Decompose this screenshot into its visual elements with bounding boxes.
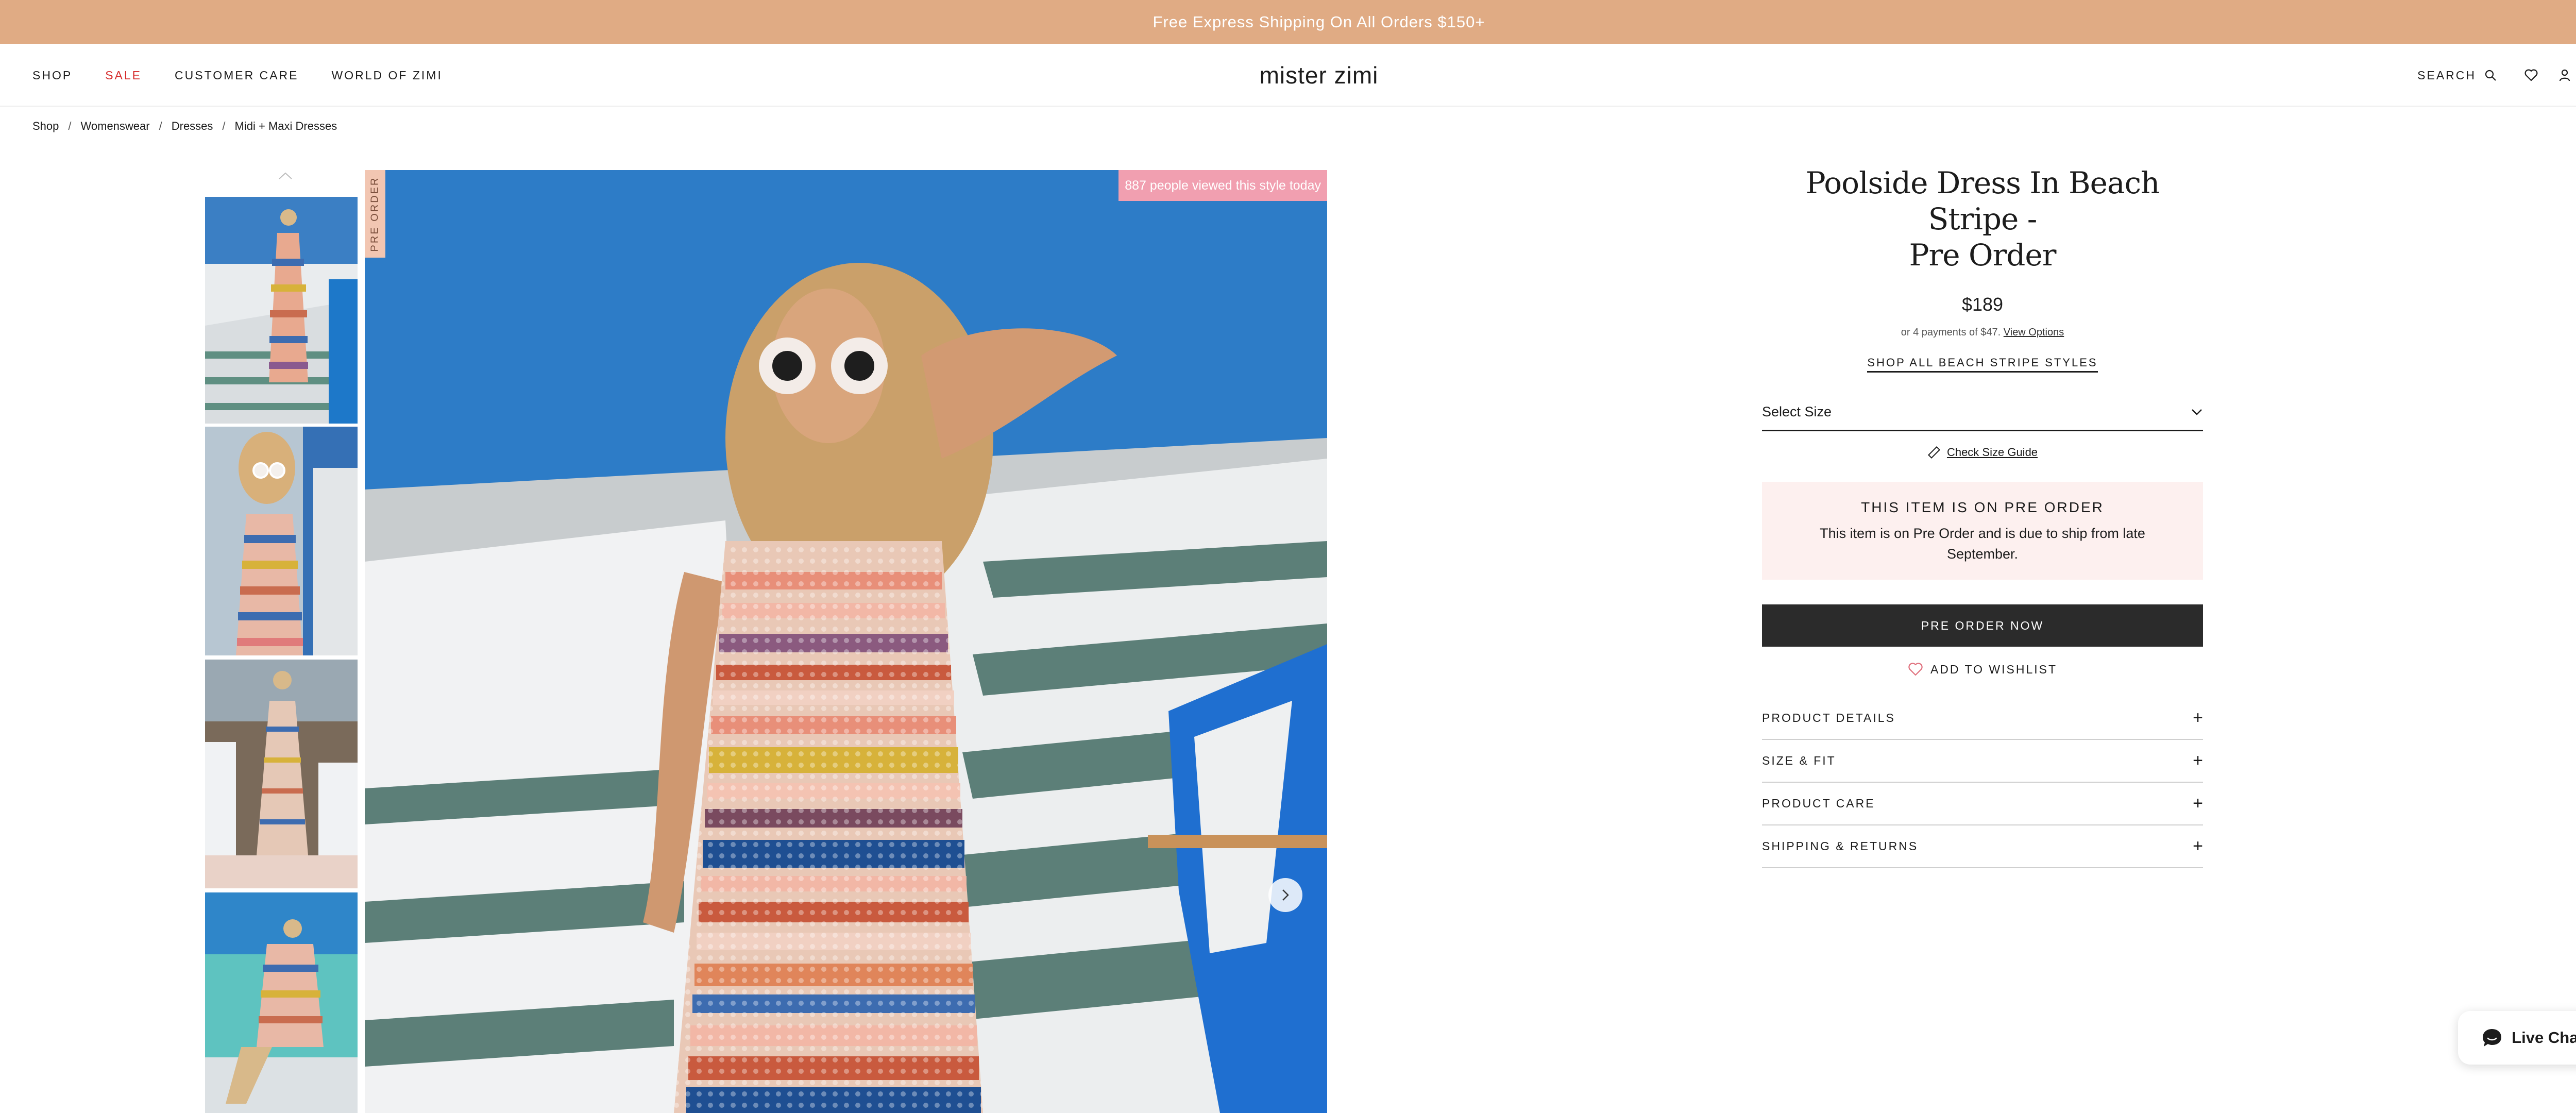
breadcrumb-separator: / [68, 120, 72, 132]
account-icon[interactable] [2558, 69, 2571, 82]
site-logo[interactable]: mister zimi [1260, 61, 1379, 89]
product-title-line-2: Pre Order [1909, 238, 2057, 273]
product-title-line-1: Poolside Dress In Beach Stripe - [1805, 165, 2160, 237]
search-icon [2485, 70, 2496, 81]
accordion-label: SHIPPING & RETURNS [1762, 839, 1919, 853]
preorder-notice-text: This item is on Pre Order and is due to … [1820, 526, 2145, 562]
breadcrumb-dresses[interactable]: Dresses [172, 120, 213, 133]
accordion-size-fit[interactable]: SIZE & FIT + [1762, 740, 2203, 783]
afterpay-view-options-link[interactable]: View Options [2004, 327, 2064, 338]
chevron-right-icon [1282, 889, 1289, 901]
plus-icon: + [2193, 794, 2203, 813]
chat-bubble-icon [2483, 1029, 2502, 1047]
thumbnail-image [205, 660, 358, 888]
thumbnail-image [205, 197, 358, 424]
accordion-label: SIZE & FIT [1762, 754, 1836, 767]
breadcrumb: Shop / Womenswear / Dresses / Midi + Max… [32, 120, 337, 133]
accordion-label: PRODUCT DETAILS [1762, 711, 1895, 724]
heart-icon [1908, 663, 1923, 676]
breadcrumb-midi-maxi[interactable]: Midi + Maxi Dresses [235, 120, 337, 133]
afterpay-text: or 4 payments of $47. [1901, 327, 2001, 338]
announcement-bar: Free Express Shipping On All Orders $150… [0, 0, 2576, 44]
main-nav: SHOP SALE CUSTOMER CARE WORLD OF ZIMI [32, 44, 443, 107]
size-select-label: Select Size [1762, 404, 1832, 419]
accordion-product-details[interactable]: PRODUCT DETAILS + [1762, 697, 2203, 740]
breadcrumb-shop[interactable]: Shop [32, 120, 59, 133]
accordion-label: PRODUCT CARE [1762, 797, 1875, 810]
nav-customer-care[interactable]: CUSTOMER CARE [175, 69, 299, 82]
shop-all-beach-stripe-link[interactable]: SHOP ALL BEACH STRIPE STYLES [1867, 356, 2098, 373]
accordion-shipping-returns[interactable]: SHIPPING & RETURNS + [1762, 825, 2203, 868]
thumbnail-3[interactable] [205, 660, 358, 888]
product-info: Poolside Dress In Beach Stripe - Pre Ord… [1762, 165, 2203, 868]
search-label: SEARCH [2417, 68, 2476, 82]
add-to-wishlist-button[interactable]: ADD TO WISHLIST [1762, 662, 2203, 677]
size-select-dropdown[interactable]: Select Size [1762, 394, 2203, 431]
preorder-now-button[interactable]: PRE ORDER NOW [1762, 604, 2203, 647]
announcement-text: Free Express Shipping On All Orders $150… [1153, 12, 1485, 31]
preorder-tag: PRE ORDER [365, 170, 385, 258]
thumbnail-2[interactable] [205, 427, 358, 655]
thumbnail-image [205, 892, 358, 1113]
views-badge: 887 people viewed this style today [1118, 170, 1327, 201]
product-price: $189 [1961, 294, 2004, 315]
ruler-icon [1927, 446, 1940, 459]
chevron-down-icon [2192, 409, 2202, 415]
shop-all-link-wrap: SHOP ALL BEACH STRIPE STYLES [1762, 356, 2203, 373]
breadcrumb-separator: / [222, 120, 226, 132]
breadcrumb-womenswear[interactable]: Womenswear [81, 120, 150, 133]
thumbnail-image [205, 427, 358, 655]
product-photo [365, 170, 1327, 1113]
wishlist-heart-icon[interactable] [2524, 69, 2538, 81]
afterpay-info: or 4 payments of $47. View Options [1762, 327, 2203, 339]
thumbnail-1[interactable] [205, 197, 358, 424]
thumbnail-4[interactable] [205, 892, 358, 1113]
nav-shop[interactable]: SHOP [32, 69, 72, 82]
plus-icon: + [2193, 836, 2203, 856]
breadcrumb-separator: / [159, 120, 162, 132]
live-chat-button[interactable]: Live Chat [2458, 1011, 2576, 1065]
product-title: Poolside Dress In Beach Stripe - Pre Ord… [1762, 165, 2203, 273]
preorder-notice-heading: THIS ITEM IS ON PRE ORDER [1861, 499, 2104, 515]
header-actions: SEARCH [2417, 44, 2576, 107]
plus-icon: + [2193, 708, 2203, 728]
wishlist-label: ADD TO WISHLIST [1930, 662, 2058, 676]
size-guide-link[interactable]: Check Size Guide [1762, 446, 2203, 459]
preorder-tag-label: PRE ORDER [369, 176, 381, 251]
next-image-button[interactable] [1268, 878, 1302, 912]
plus-icon: + [2193, 751, 2203, 770]
search-button[interactable]: SEARCH [2417, 69, 2497, 82]
nav-sale[interactable]: SALE [105, 69, 142, 82]
preorder-notice: THIS ITEM IS ON PRE ORDER This item is o… [1762, 482, 2203, 580]
live-chat-label: Live Chat [2512, 1028, 2576, 1047]
size-guide-label: Check Size Guide [1946, 446, 2038, 459]
nav-world-of-zimi[interactable]: WORLD OF ZIMI [332, 69, 443, 82]
site-header: SHOP SALE CUSTOMER CARE WORLD OF ZIMI mi… [0, 44, 2576, 107]
main-product-image[interactable] [365, 170, 1327, 1113]
thumbnail-scroll-up-icon[interactable] [277, 171, 294, 180]
accordion-product-care[interactable]: PRODUCT CARE + [1762, 783, 2203, 825]
product-accordion: PRODUCT DETAILS + SIZE & FIT + PRODUCT C… [1762, 697, 2203, 868]
